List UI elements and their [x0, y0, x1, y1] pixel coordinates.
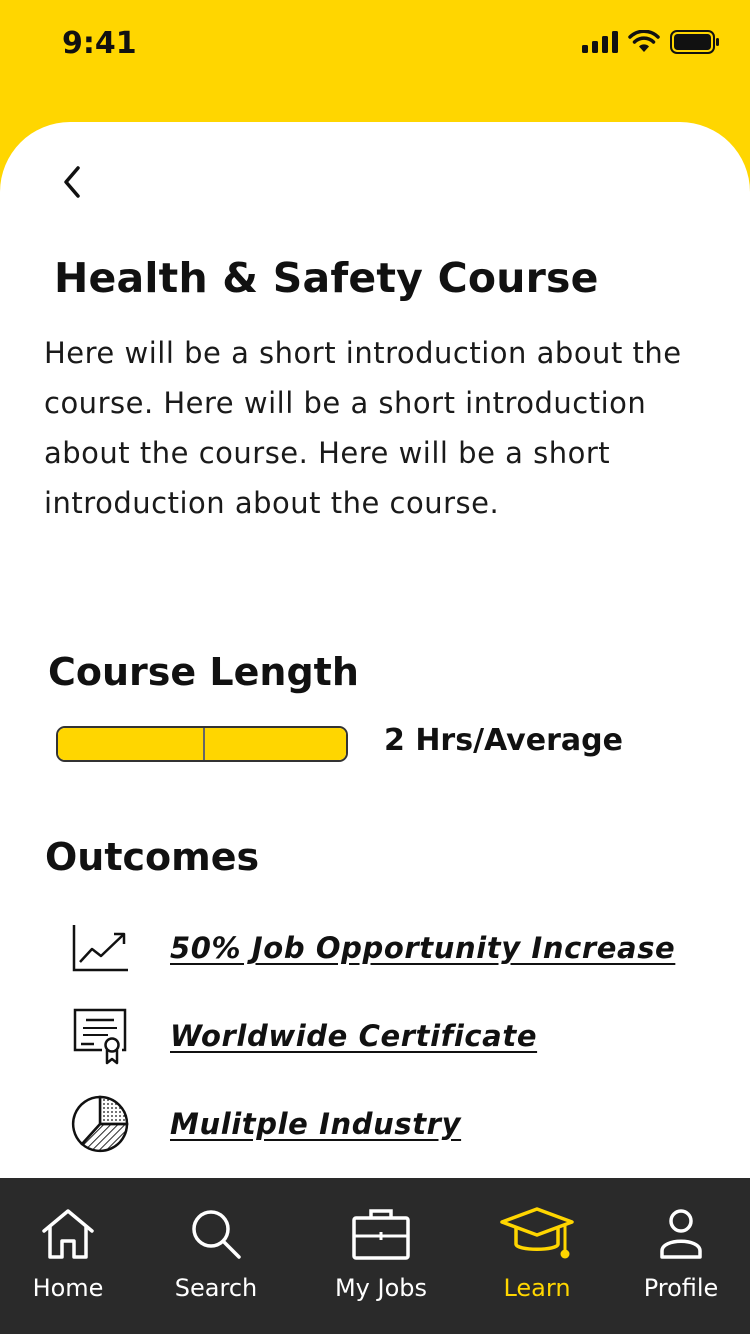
outcomes-heading: Outcomes — [45, 835, 260, 879]
course-introduction: Here will be a short introduction about … — [44, 336, 682, 520]
status-time: 9:41 — [62, 26, 137, 61]
search-icon — [189, 1204, 243, 1264]
tab-my-jobs[interactable]: My Jobs — [318, 1178, 444, 1334]
tab-search[interactable]: Search — [160, 1178, 272, 1334]
page-title: Health & Safety Course — [54, 254, 599, 302]
course-length-value: 2 Hrs/Average — [384, 723, 623, 758]
outcome-item-certificate[interactable]: Worldwide Certificate — [70, 1006, 730, 1066]
home-icon — [39, 1204, 97, 1264]
course-length-bar — [56, 726, 348, 762]
tab-label: My Jobs — [334, 1274, 428, 1302]
briefcase-icon — [351, 1204, 411, 1264]
pie-chart-icon — [70, 1094, 130, 1154]
wifi-icon — [628, 30, 660, 52]
chevron-left-icon — [64, 166, 80, 198]
tab-label: Home — [32, 1274, 104, 1302]
profile-icon — [658, 1204, 704, 1264]
bottom-tab-bar: Home Search My Jobs Learn Profile — [0, 1178, 750, 1334]
cellular-signal-icon — [582, 31, 618, 53]
tab-learn[interactable]: Learn — [490, 1178, 584, 1334]
trend-chart-icon — [70, 918, 130, 978]
battery-icon — [670, 30, 719, 54]
tab-label: Profile — [643, 1274, 719, 1302]
outcome-label[interactable]: 50% Job Opportunity Increase — [170, 931, 675, 965]
tab-label: Search — [174, 1274, 258, 1302]
course-length-fill — [58, 728, 346, 760]
course-length-heading: Course Length — [48, 650, 359, 694]
status-icons — [582, 30, 720, 54]
outcome-label[interactable]: Mulitple Industry — [170, 1107, 461, 1141]
tab-profile[interactable]: Profile — [628, 1178, 734, 1334]
status-bar: 9:41 — [0, 0, 750, 90]
outcome-item-multiple-industry[interactable]: Mulitple Industry — [70, 1094, 730, 1154]
tab-label: Learn — [503, 1274, 571, 1302]
certificate-icon — [70, 1006, 130, 1066]
back-button[interactable] — [52, 160, 92, 204]
course-length-divider — [203, 728, 205, 760]
outcome-label[interactable]: Worldwide Certificate — [170, 1019, 537, 1053]
outcome-item-job-opportunity[interactable]: 50% Job Opportunity Increase — [70, 918, 730, 978]
tab-home[interactable]: Home — [18, 1178, 118, 1334]
graduation-cap-icon — [499, 1204, 575, 1264]
